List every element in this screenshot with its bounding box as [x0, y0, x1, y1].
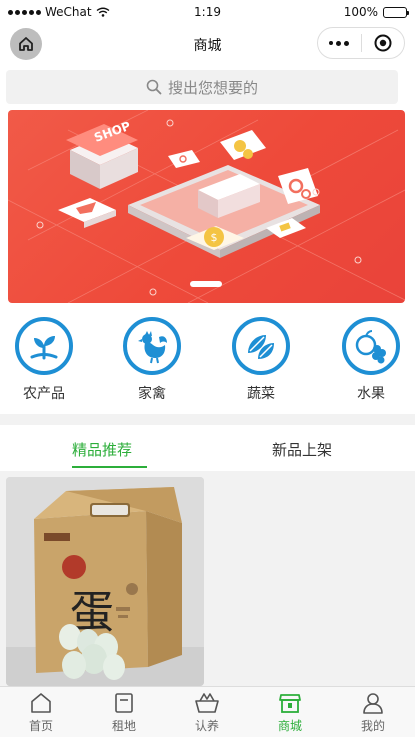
tabbar-item-adopt[interactable]: 认养 — [177, 691, 237, 734]
store-icon — [279, 694, 301, 713]
battery-percent: 100% — [343, 5, 378, 19]
status-right: 100% — [343, 5, 409, 19]
product-image: 蛋 — [6, 477, 204, 686]
search-placeholder: 搜出您想要的 — [167, 78, 258, 97]
mini-program-capsule — [317, 27, 405, 59]
search-icon — [146, 79, 162, 95]
tab-new-arrivals[interactable]: 新品上架 — [272, 439, 332, 460]
more-button[interactable] — [318, 40, 361, 46]
banner-carousel[interactable]: $ SHOP — [8, 110, 405, 303]
tabbar-item-home[interactable]: 首页 — [11, 691, 71, 734]
vegetables-icon — [232, 317, 290, 375]
target-icon — [374, 34, 392, 52]
document-icon — [115, 693, 133, 713]
bottom-tab-bar: 首页 租地 认养 商城 我的 — [0, 686, 415, 737]
tabbar-item-store[interactable]: 商城 — [260, 691, 320, 734]
tab-featured[interactable]: 精品推荐 — [72, 439, 132, 460]
search-input[interactable]: 搜出您想要的 — [6, 70, 398, 104]
product-card[interactable]: 蛋 — [6, 477, 204, 686]
tabbar-label: 认养 — [194, 719, 219, 733]
carousel-indicator[interactable] — [190, 281, 222, 287]
category-label: 蔬菜 — [247, 386, 275, 402]
tabbar-label: 首页 — [28, 719, 53, 733]
tabbar-label: 我的 — [360, 719, 385, 733]
home-icon — [31, 693, 51, 713]
category-label: 家禽 — [138, 386, 166, 402]
section-divider — [0, 414, 415, 425]
tabbar-item-rent-land[interactable]: 租地 — [94, 691, 154, 734]
svg-text:$: $ — [211, 231, 218, 244]
banner-illustration: $ SHOP — [8, 110, 405, 303]
basket-icon — [195, 693, 219, 713]
tab-active-underline — [72, 466, 147, 468]
tabbar-label: 租地 — [111, 719, 136, 733]
tabbar-label: 商城 — [277, 719, 302, 733]
fruit-icon — [342, 317, 400, 375]
product-tabs: 精品推荐 新品上架 — [0, 425, 415, 471]
rooster-icon — [123, 317, 181, 375]
tabbar-item-mine[interactable]: 我的 — [343, 691, 403, 734]
category-item-vegetables[interactable]: 蔬菜 — [226, 317, 296, 403]
status-bar: WeChat 1:19 100% — [0, 0, 415, 24]
category-item-fruit[interactable]: 水果 — [336, 317, 406, 403]
product-grid: 蛋 — [0, 471, 415, 686]
sprout-icon — [15, 317, 73, 375]
category-row: 农产品 家禽 蔬菜 水果 — [0, 311, 415, 411]
battery-icon — [383, 6, 409, 18]
category-item-poultry[interactable]: 家禽 — [117, 317, 187, 403]
category-label: 水果 — [357, 386, 385, 402]
category-label: 农产品 — [23, 386, 65, 402]
category-item-farm-products[interactable]: 农产品 — [9, 317, 79, 403]
nav-bar: 商城 — [0, 24, 415, 64]
user-icon — [363, 693, 383, 714]
close-button[interactable] — [362, 34, 405, 52]
